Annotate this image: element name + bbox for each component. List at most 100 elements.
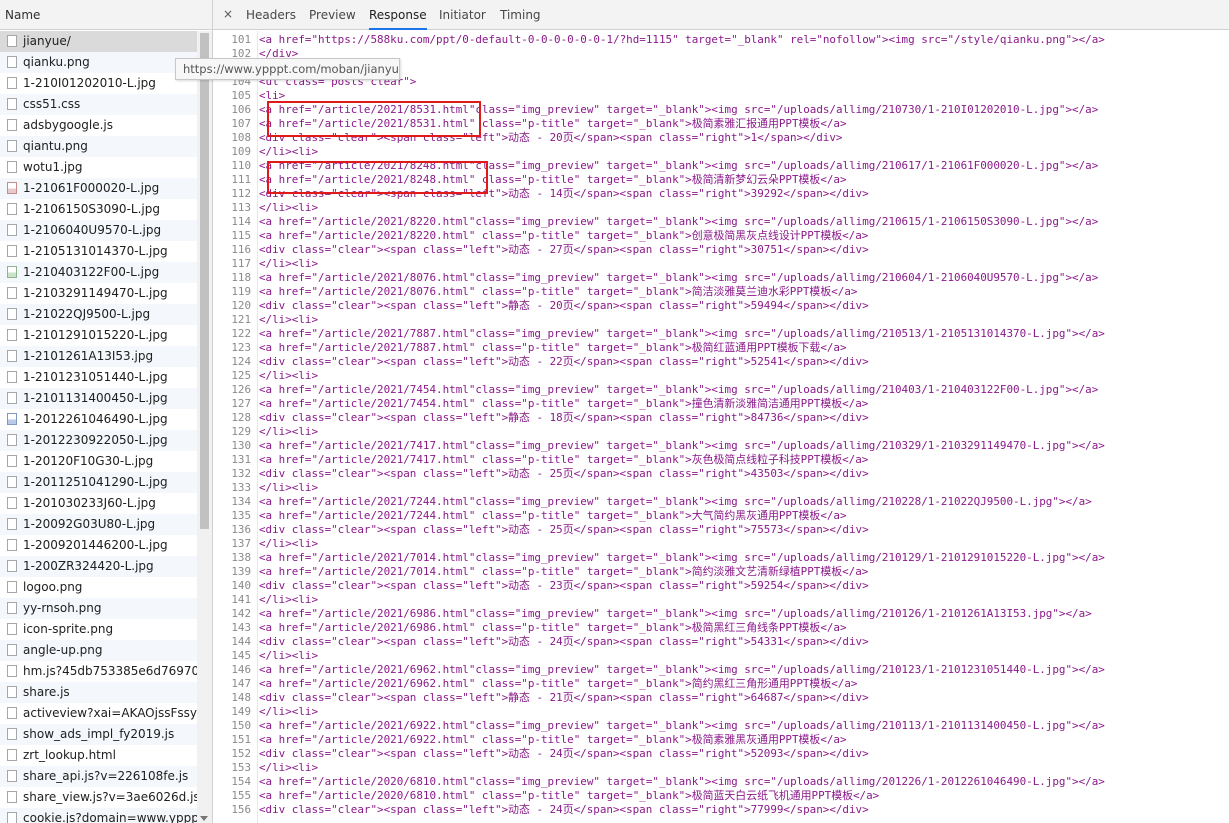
- request-row[interactable]: 1-2011251041290-L.jpg: [0, 472, 197, 493]
- tab-timing[interactable]: Timing: [500, 0, 541, 30]
- request-row[interactable]: hm.js?45db753385e6d769706e1: [0, 661, 197, 682]
- code-text: </li><li>: [259, 481, 319, 494]
- code-line: 139 <a href="/article/2021/7014.html" cla…: [213, 565, 1229, 579]
- code-text: <a href="https://588ku.com/ppt/0-default…: [259, 33, 1105, 46]
- request-row[interactable]: share_api.js?v=226108fe.js: [0, 766, 197, 787]
- request-row[interactable]: 1-210I01202010-L.jpg: [0, 73, 197, 94]
- tab-response[interactable]: Response: [369, 0, 427, 30]
- request-row[interactable]: 1-21061F000020-L.jpg: [0, 178, 197, 199]
- request-name: share_api.js?v=226108fe.js: [23, 769, 189, 783]
- code-text: <a href="/article/2021/7887.html"class="…: [259, 327, 1105, 340]
- code-line: 132 <div class="clear"><span class="left"…: [213, 467, 1229, 481]
- line-number: 141: [231, 593, 251, 606]
- code-line: 120 <div class="clear"><span class="left"…: [213, 299, 1229, 313]
- request-row[interactable]: cookie.js?domain=www.ypppt.cc: [0, 808, 197, 823]
- request-row[interactable]: 1-20092G03U80-L.jpg: [0, 514, 197, 535]
- file-icon: [7, 686, 17, 698]
- request-name: share.js: [23, 685, 70, 699]
- request-row[interactable]: share.js: [0, 682, 197, 703]
- request-row[interactable]: wotu1.jpg: [0, 157, 197, 178]
- line-number: 144: [231, 635, 251, 648]
- request-row[interactable]: adsbygoogle.js: [0, 115, 197, 136]
- line-number: 139: [231, 565, 251, 578]
- request-row[interactable]: 1-2012230922050-L.jpg: [0, 430, 197, 451]
- request-row[interactable]: 1-2101231051440-L.jpg: [0, 367, 197, 388]
- code-text: <a href="/article/2021/7454.html" class=…: [259, 397, 869, 410]
- request-row[interactable]: qianku.png: [0, 52, 197, 73]
- request-row[interactable]: jianyue/: [0, 31, 197, 52]
- request-row[interactable]: 1-20120F10G30-L.jpg: [0, 451, 197, 472]
- request-row[interactable]: 1-21022QJ9500-L.jpg: [0, 304, 197, 325]
- request-row[interactable]: 1-2012261046490-L.jpg: [0, 409, 197, 430]
- tab-headers[interactable]: Headers: [246, 0, 296, 30]
- request-row[interactable]: 1-2009201446200-L.jpg: [0, 535, 197, 556]
- request-name: 1-2106040U9570-L.jpg: [23, 223, 162, 237]
- file-icon: [7, 518, 17, 530]
- line-number: 154: [231, 775, 251, 788]
- file-icon: [7, 77, 17, 89]
- line-number: 115: [231, 229, 251, 242]
- line-number: 152: [231, 747, 251, 760]
- line-number: 118: [231, 271, 251, 284]
- request-row[interactable]: 1-2101291015220-L.jpg: [0, 325, 197, 346]
- request-row[interactable]: qiantu.png: [0, 136, 197, 157]
- file-icon: [7, 560, 17, 572]
- scrollbar-thumb[interactable]: [200, 33, 209, 529]
- code-line: 142 <a href="/article/2021/6986.html"clas…: [213, 607, 1229, 621]
- request-row[interactable]: 1-2101261A13I53.jpg: [0, 346, 197, 367]
- tab-preview[interactable]: Preview: [309, 0, 356, 30]
- code-text: </li><li>: [259, 649, 319, 662]
- code-text: <a href="/article/2021/8220.html"class="…: [259, 215, 1099, 228]
- request-name: 1-21061F000020-L.jpg: [23, 181, 160, 195]
- request-list: jianyue/qianku.png 1-210I01202010-L.jpg cs…: [0, 31, 197, 823]
- request-row[interactable]: 1-2103291149470-L.jpg: [0, 283, 197, 304]
- code-text: </li><li>: [259, 369, 319, 382]
- close-icon[interactable]: ×: [221, 7, 235, 21]
- tab-initiator[interactable]: Initiator: [439, 0, 486, 30]
- code-line: 141 </li><li>: [213, 593, 1229, 607]
- code-text: <div class="clear"><span class="left">静态…: [259, 411, 869, 424]
- file-icon: [7, 812, 17, 823]
- request-row[interactable]: show_ads_impl_fy2019.js: [0, 724, 197, 745]
- request-row[interactable]: activeview?xai=AKAOjssFssyDER: [0, 703, 197, 724]
- request-row[interactable]: 1-2106150S3090-L.jpg: [0, 199, 197, 220]
- request-row[interactable]: angle-up.png: [0, 640, 197, 661]
- code-line: 130 <a href="/article/2021/7417.html"clas…: [213, 439, 1229, 453]
- request-row[interactable]: 1-210403122F00-L.jpg: [0, 262, 197, 283]
- file-icon: [7, 791, 17, 803]
- request-name: logoo.png: [23, 580, 83, 594]
- image-thumb-icon: [7, 266, 17, 278]
- file-icon: [7, 119, 17, 131]
- request-row[interactable]: logoo.png: [0, 577, 197, 598]
- request-row[interactable]: 1-2105131014370-L.jpg: [0, 241, 197, 262]
- request-row[interactable]: yy-rnsoh.png: [0, 598, 197, 619]
- name-column-header[interactable]: Name: [0, 0, 212, 30]
- request-row[interactable]: css51.css: [0, 94, 197, 115]
- file-icon: [7, 371, 17, 383]
- code-line: 109 </li><li>: [213, 145, 1229, 159]
- line-number: 120: [231, 299, 251, 312]
- code-text: <a href="/article/2021/7417.html" class=…: [259, 453, 869, 466]
- scroll-down-arrow-icon[interactable]: [200, 816, 208, 821]
- request-row[interactable]: 1-2106040U9570-L.jpg: [0, 220, 197, 241]
- response-code-viewer[interactable]: 100<div style="width:1162px;margin-botto…: [213, 31, 1229, 823]
- request-row[interactable]: zrt_lookup.html: [0, 745, 197, 766]
- request-name: 1-2106150S3090-L.jpg: [23, 202, 160, 216]
- request-row[interactable]: 1-201030233J60-L.jpg: [0, 493, 197, 514]
- request-row[interactable]: 1-2101131400450-L.jpg: [0, 388, 197, 409]
- code-text: <div class="clear"><span class="left">动态…: [259, 747, 869, 760]
- request-row[interactable]: icon-sprite.png: [0, 619, 197, 640]
- request-row[interactable]: 1-200ZR324420-L.jpg: [0, 556, 197, 577]
- code-text: </li><li>: [259, 201, 319, 214]
- file-icon: [7, 203, 17, 215]
- line-number: 112: [231, 187, 251, 200]
- request-name: 1-200ZR324420-L.jpg: [23, 559, 154, 573]
- code-line: 101 <a href="https://588ku.com/ppt/0-defa…: [213, 33, 1229, 47]
- request-list-scrollbar[interactable]: [197, 31, 212, 823]
- request-name: activeview?xai=AKAOjssFssyDER: [23, 706, 197, 720]
- request-row[interactable]: share_view.js?v=3ae6026d.js: [0, 787, 197, 808]
- request-name: 1-210I01202010-L.jpg: [23, 76, 156, 90]
- line-number: 108: [231, 131, 251, 144]
- request-name: 1-2012230922050-L.jpg: [23, 433, 168, 447]
- file-icon: [7, 140, 17, 152]
